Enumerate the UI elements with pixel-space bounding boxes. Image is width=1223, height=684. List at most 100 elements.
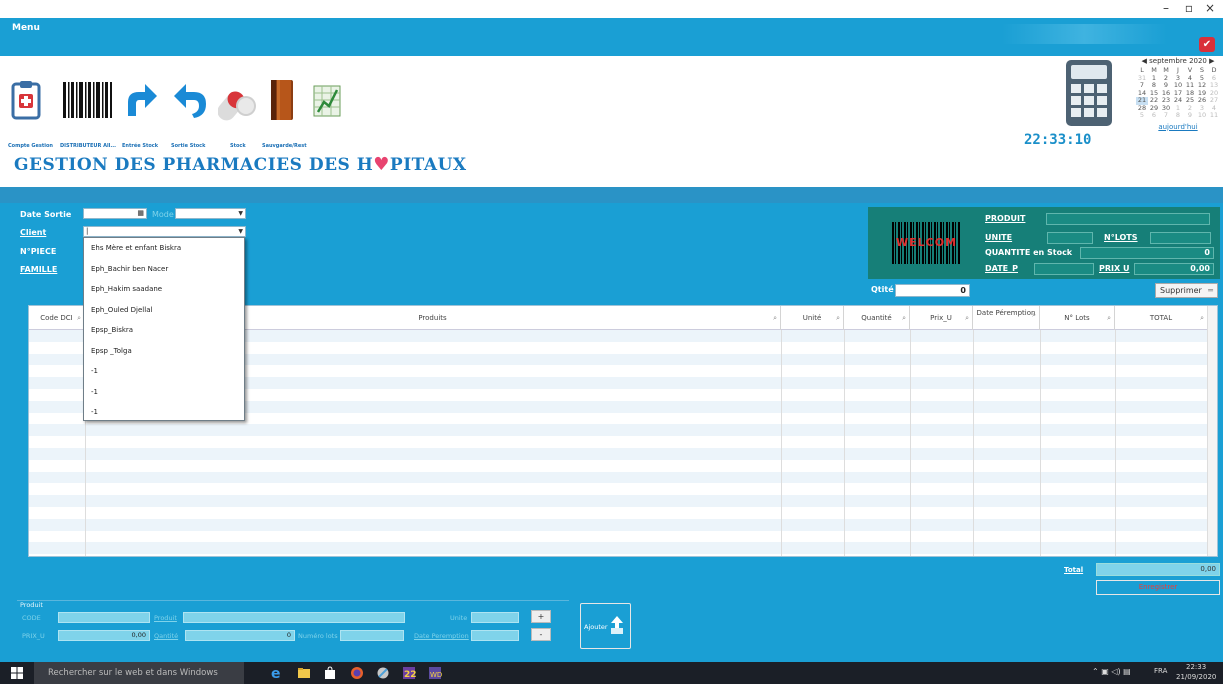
app-icon[interactable]	[376, 666, 390, 680]
minus-button[interactable]: -	[531, 628, 551, 641]
col-total[interactable]: TOTAL ⌕	[1115, 306, 1207, 330]
client-select[interactable]: | ▼	[83, 226, 246, 237]
col-n-lots[interactable]: N° Lots ⌕	[1040, 306, 1115, 330]
taskbar-date[interactable]: 21/09/2020	[1176, 673, 1216, 681]
toolbar-label-distributeur[interactable]: DISTRIBUTEUR All...	[60, 143, 116, 149]
search-icon[interactable]: ⌕	[965, 306, 969, 330]
enregistrer-button[interactable]: Enregistrer	[1096, 580, 1220, 595]
quantite-entry-field[interactable]: 0	[185, 630, 295, 641]
table-row[interactable]	[29, 542, 1207, 555]
taskbar-search[interactable]: Rechercher sur le web et dans Windows	[34, 662, 244, 684]
store-icon[interactable]	[323, 666, 337, 680]
client-option[interactable]: Eph_Ouled Djellal	[84, 300, 244, 321]
toolbar-label-compte[interactable]: Compte Gestion	[8, 143, 53, 149]
calendar-day[interactable]: 11	[1208, 111, 1220, 120]
windev-icon[interactable]: WD	[428, 666, 442, 680]
toolbar-label-sauvgarde[interactable]: Sauvgarde/Rest	[262, 143, 307, 149]
table-row[interactable]	[29, 495, 1207, 507]
supprimer-button[interactable]: Supprimer ═	[1155, 283, 1218, 298]
unite-field[interactable]	[1047, 232, 1093, 244]
tray-icons[interactable]: ⌃ ▣ ◁) ▤	[1092, 667, 1131, 676]
numero-lots-field[interactable]	[340, 630, 404, 641]
client-option[interactable]: -1	[84, 382, 244, 403]
today-link[interactable]: aujourd'hui	[1136, 123, 1220, 131]
search-icon[interactable]: ⌕	[773, 306, 777, 330]
table-row[interactable]	[29, 518, 1207, 531]
calendar-day[interactable]: 9	[1184, 111, 1196, 120]
prev-month-icon[interactable]: ◀	[1141, 57, 1146, 65]
col-code-dci[interactable]: Code DCI ⌕	[29, 306, 85, 330]
search-icon[interactable]: ⌕	[836, 306, 840, 330]
barcode-icon[interactable]	[62, 78, 114, 122]
client-option[interactable]: Eph_Bachir ben Nacer	[84, 259, 244, 280]
client-option[interactable]: Epsp _Tolga	[84, 341, 244, 362]
col-prix-u[interactable]: Prix_U ⌕	[910, 306, 973, 330]
client-option[interactable]: Epsp_Biskra	[84, 320, 244, 341]
client-dropdown-list[interactable]: Ehs Mère et enfant Biskra Eph_Bachir ben…	[83, 237, 245, 421]
toolbar-label-entree[interactable]: Entrée Stock	[122, 143, 158, 149]
produit-entry-field[interactable]	[183, 612, 405, 623]
file-explorer-icon[interactable]	[297, 666, 311, 680]
client-option[interactable]: -1	[84, 402, 244, 423]
minimize-button[interactable]: –	[1156, 1, 1176, 15]
calendar-day[interactable]: 6	[1148, 111, 1160, 120]
calendar-app-icon[interactable]: 22	[402, 666, 416, 680]
client-option[interactable]: -1	[84, 361, 244, 382]
table-row[interactable]	[29, 459, 1207, 472]
col-quantite[interactable]: Quantité ⌕	[844, 306, 910, 330]
taskbar-time[interactable]: 22:33	[1186, 663, 1206, 671]
mode-select[interactable]: ▼	[175, 208, 246, 219]
table-row[interactable]	[29, 507, 1207, 519]
clipboard-icon[interactable]	[11, 78, 41, 122]
search-icon[interactable]: ⌕	[77, 306, 81, 330]
language-indicator[interactable]: FRA	[1154, 667, 1167, 675]
client-option[interactable]: Eph_Hakim saadane	[84, 279, 244, 300]
col-date-peremption[interactable]: Date Péremption ⌕	[973, 306, 1040, 330]
date-p-field[interactable]	[1034, 263, 1094, 275]
ajouter-button[interactable]: Ajouter	[580, 603, 631, 649]
pills-icon[interactable]	[218, 78, 258, 122]
col-unite[interactable]: Unité ⌕	[781, 306, 844, 330]
produit-field[interactable]	[1046, 213, 1210, 225]
search-icon[interactable]: ⌕	[1107, 306, 1111, 330]
n-lots-field[interactable]	[1150, 232, 1211, 244]
prix-u-entry-field[interactable]: 0,00	[58, 630, 150, 641]
spreadsheet-icon[interactable]	[312, 78, 342, 122]
redo-arrow-icon[interactable]	[123, 78, 159, 122]
qtite-field[interactable]: 0	[895, 284, 970, 297]
close-app-icon[interactable]: ✔	[1199, 37, 1215, 52]
table-row[interactable]	[29, 530, 1207, 543]
table-row[interactable]	[29, 424, 1207, 437]
calendar-day[interactable]: 5	[1136, 111, 1148, 120]
calendar-day[interactable]: 7	[1160, 111, 1172, 120]
edge-browser-icon[interactable]: e	[270, 666, 284, 680]
calendar-picker-icon[interactable]: ▦	[137, 209, 144, 218]
search-icon[interactable]: ⌕	[902, 306, 906, 330]
next-month-icon[interactable]: ▶	[1209, 57, 1214, 65]
toolbar-label-sortie[interactable]: Sortie Stock	[171, 143, 205, 149]
search-icon[interactable]: ⌕	[1032, 303, 1036, 327]
menu-label[interactable]: Menu	[12, 23, 40, 33]
calendar-day[interactable]: 8	[1172, 111, 1184, 120]
windows-start-icon[interactable]	[10, 666, 24, 680]
close-window-button[interactable]: ×	[1200, 1, 1220, 15]
book-icon[interactable]	[268, 78, 296, 122]
vertical-scrollbar[interactable]	[1207, 306, 1217, 556]
unite-entry-field[interactable]	[471, 612, 519, 623]
undo-arrow-icon[interactable]	[172, 78, 208, 122]
calculator-icon[interactable]	[1064, 58, 1114, 128]
table-row[interactable]	[29, 448, 1207, 460]
date-peremption-field[interactable]	[471, 630, 519, 641]
calendar[interactable]: ◀ septembre 2020 ▶ L M M J V S D 31 1 2 …	[1136, 57, 1220, 152]
table-row[interactable]	[29, 483, 1207, 496]
table-row[interactable]	[29, 471, 1207, 484]
plus-button[interactable]: +	[531, 610, 551, 623]
maximize-button[interactable]: ▫	[1179, 1, 1199, 15]
table-row[interactable]	[29, 436, 1207, 448]
calendar-day[interactable]: 10	[1196, 111, 1208, 120]
firefox-icon[interactable]	[350, 666, 364, 680]
toolbar-label-stock[interactable]: Stock	[230, 143, 246, 149]
date-sortie-field[interactable]: ▦	[83, 208, 147, 219]
code-field[interactable]	[58, 612, 150, 623]
client-option[interactable]: Ehs Mère et enfant Biskra	[84, 238, 244, 259]
